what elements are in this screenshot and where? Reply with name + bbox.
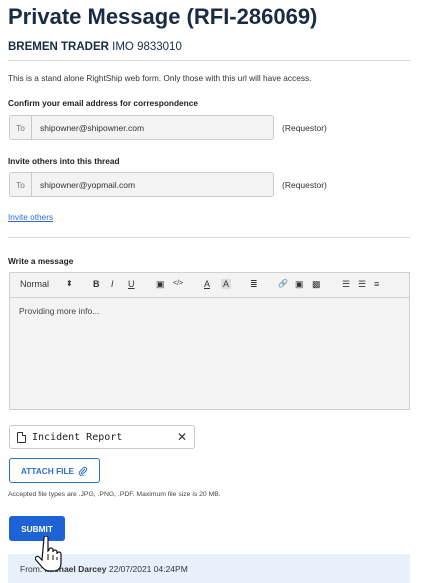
image-icon[interactable]: ▣ — [156, 279, 165, 290]
close-icon[interactable]: ✕ — [177, 430, 187, 444]
style-select-arrows-icon[interactable]: ⬍ — [66, 279, 73, 288]
invite-email-field[interactable]: To shipowner@yopmail.com — [9, 172, 274, 197]
confirm-email-field[interactable]: To shipowner@shipowner.com — [9, 115, 274, 140]
message-editor[interactable]: Normal ⬍ B I U ▣ </> A A ≣ 🔗 ▣ ▩ ☰ ☰ ≡ P… — [9, 272, 410, 410]
ordered-list-icon[interactable]: ☰ — [342, 279, 350, 290]
highlight-icon[interactable]: A — [221, 279, 232, 289]
paperclip-icon — [79, 466, 88, 476]
page-title: Private Message (RFI-286069) — [8, 4, 318, 29]
attach-file-button[interactable]: ATTACH FILE — [9, 458, 100, 483]
bold-button[interactable]: B — [93, 279, 100, 289]
italic-button[interactable]: I — [111, 279, 114, 289]
hand-pointer-icon — [35, 536, 62, 572]
font-color-icon[interactable]: A — [204, 279, 210, 289]
invite-email-value[interactable]: shipowner@yopmail.com — [32, 180, 135, 190]
document-icon — [17, 431, 26, 443]
confirm-email-label: Confirm your email address for correspon… — [8, 98, 198, 108]
editor-toolbar: Normal ⬍ B I U ▣ </> A A ≣ 🔗 ▣ ▩ ☰ ☰ ≡ — [10, 273, 409, 298]
code-icon[interactable]: </> — [173, 280, 183, 287]
underline-button[interactable]: U — [128, 279, 135, 289]
attached-file-name: Incident Report — [32, 431, 123, 443]
video-icon[interactable]: ▩ — [312, 279, 321, 290]
confirm-role: (Requestor) — [282, 123, 327, 133]
attach-file-label: ATTACH FILE — [20, 465, 75, 476]
confirm-email-value[interactable]: shipowner@shipowner.com — [32, 123, 144, 133]
message-text[interactable]: Providing more info... — [10, 298, 409, 324]
indent-icon[interactable]: ≡ — [374, 279, 379, 289]
style-select[interactable]: Normal — [20, 279, 49, 289]
vessel-header: BREMEN TRADER IMO 9833010 — [8, 41, 182, 53]
bullet-list-icon[interactable]: ☰ — [358, 279, 366, 290]
invite-others-link[interactable]: Invite others — [8, 212, 53, 222]
to-prefix: To — [10, 116, 32, 139]
message-datetime: 22/07/2021 04:24PM — [108, 564, 188, 574]
vessel-name: BREMEN TRADER — [8, 41, 109, 53]
intro-text: This is a stand alone RightShip web form… — [8, 73, 312, 83]
link-icon[interactable]: 🔗 — [278, 279, 288, 288]
align-icon[interactable]: ≣ — [250, 279, 258, 290]
write-message-label: Write a message — [8, 256, 74, 266]
vessel-imo: IMO 9833010 — [112, 41, 182, 53]
attached-file-chip: Incident Report ✕ — [9, 425, 195, 449]
divider — [8, 237, 410, 238]
accepted-types-text: Accepted file types are .JPG, .PNG, .PDF… — [8, 491, 221, 498]
message-history-item: From: Michael Darcey 22/07/2021 04:24PM — [8, 554, 410, 583]
to-prefix: To — [10, 173, 32, 196]
invite-role: (Requestor) — [282, 180, 327, 190]
media-icon[interactable]: ▣ — [295, 279, 304, 290]
invite-label: Invite others into this thread — [8, 156, 120, 166]
divider — [8, 60, 410, 61]
